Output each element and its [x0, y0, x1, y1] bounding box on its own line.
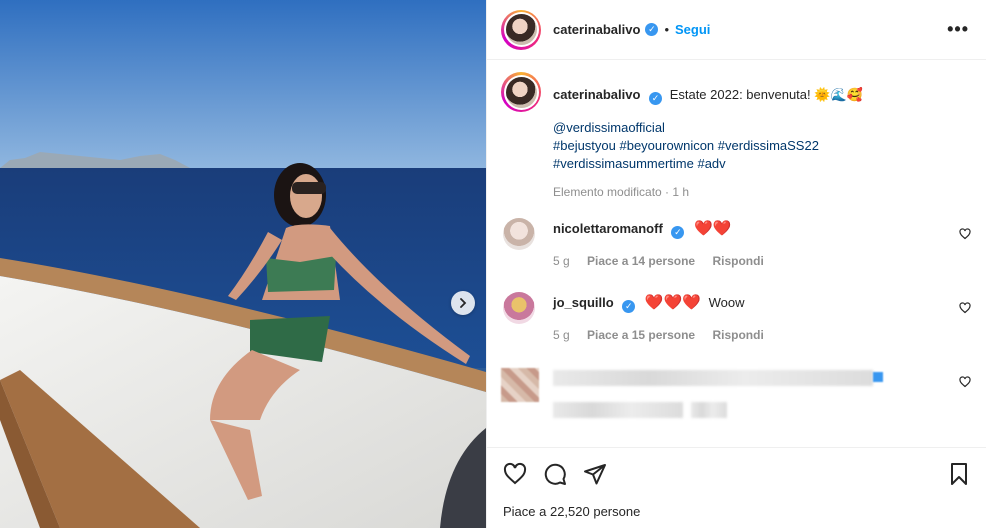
photo-scene [0, 0, 486, 528]
instagram-post: caterinabalivo ✓ • Segui ••• caterinabal… [0, 0, 986, 528]
comment-time: 5 g [553, 254, 570, 268]
comment-avatar[interactable] [503, 292, 535, 324]
blurred-comment [501, 366, 971, 426]
comment-text: ❤️❤️ [694, 220, 732, 237]
reply-button[interactable]: Rispondi [712, 254, 763, 268]
chevron-right-icon [460, 298, 467, 308]
heart-icon[interactable] [959, 228, 971, 240]
avatar[interactable] [501, 9, 541, 50]
share-icon[interactable] [583, 462, 607, 486]
caption-author[interactable]: caterinabalivo [553, 87, 640, 102]
comment-time: 5 g [553, 328, 570, 342]
likes-count[interactable]: Piace a 22,520 persone [503, 504, 640, 519]
comment-hearts: ❤️❤️❤️ [644, 294, 701, 311]
verified-icon: ✓ [645, 23, 659, 36]
post-side-panel: caterinabalivo ✓ • Segui ••• caterinabal… [486, 0, 986, 528]
caption-hashtags-1[interactable]: #bejustyou #beyourownicon #verdissimaSS2… [553, 138, 819, 153]
verified-icon: ✓ [649, 91, 663, 105]
more-options-icon[interactable]: ••• [947, 19, 969, 40]
heart-icon[interactable] [503, 462, 527, 486]
carousel-next-button[interactable] [451, 291, 475, 315]
caption-emojis: 🌞🌊🥰 [814, 87, 863, 102]
comment-likes[interactable]: Piace a 14 persone [587, 254, 695, 268]
caption-avatar[interactable] [501, 72, 541, 112]
post-photo[interactable] [0, 0, 486, 528]
comment-avatar [501, 368, 539, 402]
heart-icon[interactable] [959, 376, 971, 388]
post-actions: Piace a 22,520 persone [487, 447, 986, 528]
reply-button[interactable]: Rispondi [712, 328, 763, 342]
separator-dot: • [664, 22, 669, 37]
post-header: caterinabalivo ✓ • Segui ••• [487, 0, 986, 60]
comment-icon[interactable] [543, 462, 567, 486]
verified-icon [873, 372, 883, 382]
save-icon[interactable] [947, 462, 971, 486]
author-username[interactable]: caterinabalivo [553, 22, 640, 37]
comment-author[interactable]: nicolettaromanoff [553, 221, 663, 236]
caption-text: Estate 2022: benvenuta! [669, 87, 811, 102]
verified-icon: ✓ [622, 300, 636, 313]
verified-icon: ✓ [671, 226, 685, 239]
caption-hashtags-2[interactable]: #verdissimasummertime #adv [553, 156, 726, 171]
comment-likes[interactable]: Piace a 15 persone [587, 328, 695, 342]
caption-mention[interactable]: @verdissimaofficial [553, 120, 665, 135]
heart-icon[interactable] [959, 302, 971, 314]
follow-button[interactable]: Segui [675, 22, 710, 37]
comment-author[interactable]: jo_squillo [553, 295, 614, 310]
caption-meta: Elemento modificato · 1 h [553, 184, 690, 199]
comment-text: Woow [708, 295, 745, 310]
likes-label: Piace a 22,520 persone [503, 504, 641, 519]
comments-section: caterinabalivo ✓ Estate 2022: benvenuta!… [487, 60, 986, 446]
comment-avatar[interactable] [503, 218, 535, 250]
